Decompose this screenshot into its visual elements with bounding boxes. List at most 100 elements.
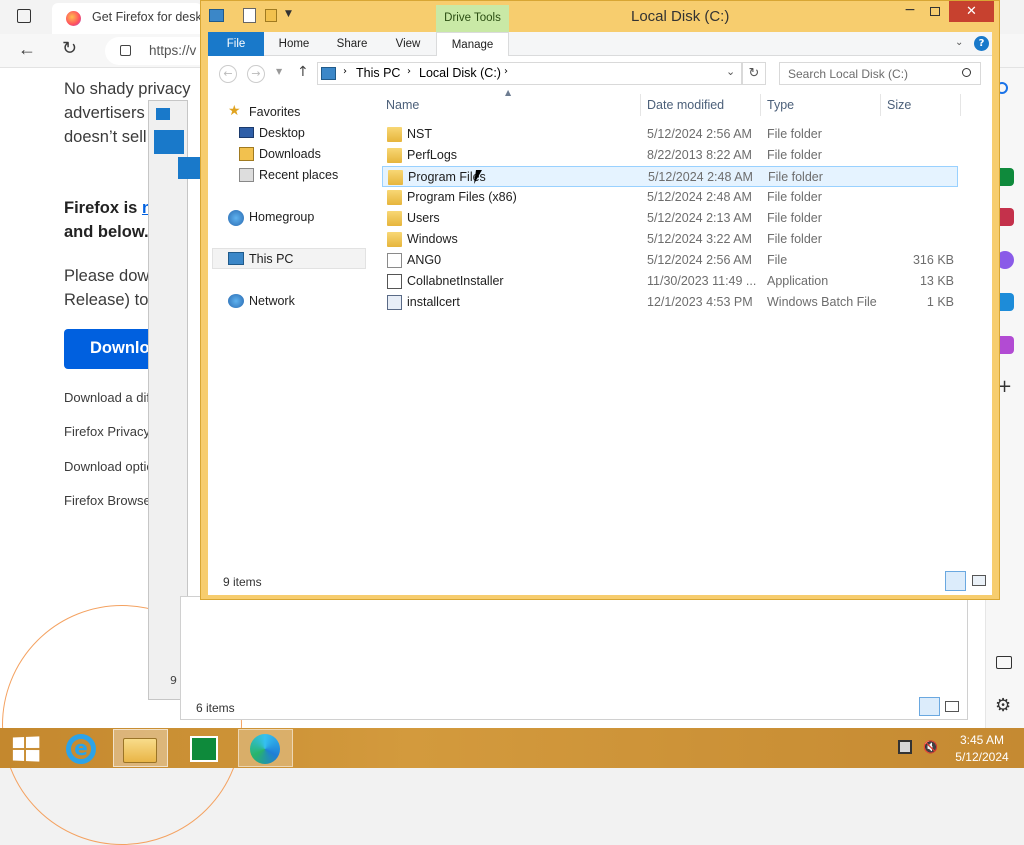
folder-icon <box>387 211 402 226</box>
file-row[interactable]: PerfLogs 8/22/2013 8:22 AM File folder <box>382 145 958 166</box>
desktop-icon <box>239 127 254 138</box>
file-row[interactable]: Windows 5/12/2024 3:22 AM File folder <box>382 229 958 250</box>
tab-manage[interactable]: Manage <box>436 32 509 56</box>
start-button[interactable] <box>0 729 55 767</box>
network-tray-icon[interactable] <box>898 740 912 754</box>
store-button[interactable] <box>175 729 230 767</box>
settings-gear-icon[interactable]: ⚙ <box>995 695 1011 716</box>
edge-button[interactable] <box>238 729 293 767</box>
page-link[interactable]: Firefox Privacy <box>64 424 150 439</box>
refresh-icon[interactable]: ↻ <box>742 62 766 85</box>
nav-favorites[interactable]: Favorites <box>249 102 300 122</box>
tab-view[interactable]: View <box>384 32 432 56</box>
star-icon: ★ <box>228 103 241 119</box>
file-icon <box>387 253 402 268</box>
downloads-icon <box>239 147 254 161</box>
store-icon <box>190 736 218 762</box>
nav-recent-places[interactable]: Recent places <box>259 165 338 185</box>
file-row[interactable]: Program Files (x86) 5/12/2024 2:48 AM File… <box>382 187 958 208</box>
large-icons-view-icon[interactable] <box>945 701 959 712</box>
back-arrow-icon[interactable]: ← <box>18 39 36 60</box>
file-row[interactable]: Users 5/12/2024 2:13 AM File folder <box>382 208 958 229</box>
file-size: 1 KB <box>926 295 954 309</box>
page-text-line: Release) to <box>64 291 149 309</box>
quick-access-dropdown-icon[interactable]: ▼ <box>285 9 292 19</box>
sort-arrow-icon: ▲ <box>505 88 512 97</box>
column-header-size[interactable]: Size <box>887 98 911 112</box>
file-date: 5/12/2024 2:56 AM <box>647 127 752 141</box>
tab-share[interactable]: Share <box>328 32 376 56</box>
breadcrumb-local-disk[interactable]: Local Disk (C:) <box>419 66 501 80</box>
background-status-text: 6 items <box>196 701 235 715</box>
properties-icon[interactable] <box>243 8 256 23</box>
column-header-name[interactable]: Name <box>386 98 419 112</box>
nav-homegroup[interactable]: Homegroup <box>249 207 314 227</box>
nav-this-pc[interactable]: This PC <box>249 249 293 269</box>
file-row[interactable]: CollabnetInstaller 11/30/2023 11:49 ... Ap… <box>382 271 958 292</box>
split-screen-icon[interactable] <box>996 656 1012 669</box>
column-header-type[interactable]: Type <box>767 98 794 112</box>
recent-locations-icon[interactable]: ▼ <box>276 67 282 76</box>
file-name: ANG0 <box>407 253 442 267</box>
new-folder-icon[interactable] <box>265 9 277 22</box>
folder-icon <box>387 190 402 205</box>
file-row[interactable]: Program Files 5/12/2024 2:48 AM File folde… <box>382 166 958 187</box>
expand-ribbon-icon[interactable]: ⌄ <box>955 37 963 48</box>
explorer-window: ▼ Drive Tools Local Disk (C:) − ✕ File H… <box>200 0 1000 600</box>
internet-explorer-button[interactable]: e <box>56 729 111 767</box>
column-divider <box>960 94 961 116</box>
file-type: File folder <box>767 148 822 162</box>
contextual-tab-group: Drive Tools <box>436 5 509 32</box>
volume-muted-icon[interactable]: 🔇 <box>923 740 938 754</box>
maximize-icon[interactable] <box>930 7 940 16</box>
clock-date[interactable]: 5/12/2024 <box>952 750 1012 764</box>
refresh-icon[interactable]: ↻ <box>62 38 77 59</box>
minimize-icon[interactable]: − <box>898 2 922 24</box>
nav-desktop[interactable]: Desktop <box>259 123 305 143</box>
help-icon[interactable]: ? <box>974 36 989 51</box>
taskbar: e 🔇 3:45 AM 5/12/2024 <box>0 728 1024 768</box>
tab-actions-icon[interactable] <box>17 9 31 23</box>
item-count: 9 items <box>223 575 262 589</box>
file-row[interactable]: installcert 12/1/2023 4:53 PM Windows Batc… <box>382 292 958 313</box>
details-view-icon[interactable] <box>919 697 940 716</box>
file-date: 12/1/2023 4:53 PM <box>647 295 753 309</box>
window-title: Local Disk (C:) <box>631 8 730 25</box>
background-window-fragment: 9 <box>170 674 177 687</box>
recent-places-icon <box>239 168 254 182</box>
file-row[interactable]: ANG0 5/12/2024 2:56 AM File 316 KB <box>382 250 958 271</box>
column-divider <box>880 94 881 116</box>
clock-time[interactable]: 3:45 AM <box>952 733 1012 747</box>
windows-logo-icon <box>12 736 40 762</box>
up-arrow-icon[interactable]: ↑ <box>297 64 309 80</box>
address-bar[interactable]: › This PC › Local Disk (C:) › ⌄ <box>317 62 742 85</box>
file-explorer-button[interactable] <box>113 729 168 767</box>
tab-file[interactable]: File <box>208 32 264 56</box>
column-header-date[interactable]: Date modified <box>647 98 724 112</box>
batch-file-icon <box>387 295 402 310</box>
folder-icon <box>387 148 402 163</box>
back-icon[interactable]: ← <box>219 65 237 83</box>
network-icon <box>228 294 244 308</box>
page-link[interactable]: Download a dif <box>64 390 150 405</box>
tab-home[interactable]: Home <box>270 32 318 56</box>
background-explorer-window[interactable]: 6 items <box>180 596 968 720</box>
file-row[interactable]: NST 5/12/2024 2:56 AM File folder <box>382 124 958 145</box>
close-icon[interactable]: ✕ <box>949 1 994 22</box>
file-date: 5/12/2024 3:22 AM <box>647 232 752 246</box>
file-type: File folder <box>767 232 822 246</box>
large-icons-view-icon[interactable] <box>972 575 986 586</box>
search-box[interactable]: Search Local Disk (C:) <box>779 62 981 85</box>
column-divider <box>640 94 641 116</box>
address-dropdown-icon[interactable]: ⌄ <box>726 65 735 78</box>
breadcrumb-this-pc[interactable]: This PC <box>356 66 400 80</box>
page-link[interactable]: Firefox Browse <box>64 493 151 508</box>
file-explorer-icon <box>123 738 157 763</box>
browser-tab[interactable]: Get Firefox for deskt <box>52 3 205 34</box>
file-name: installcert <box>407 295 460 309</box>
forward-icon[interactable]: → <box>247 65 265 83</box>
details-view-icon[interactable] <box>945 571 966 591</box>
nav-downloads[interactable]: Downloads <box>259 144 321 164</box>
page-link[interactable]: Download optio <box>64 459 154 474</box>
nav-network[interactable]: Network <box>249 291 295 311</box>
